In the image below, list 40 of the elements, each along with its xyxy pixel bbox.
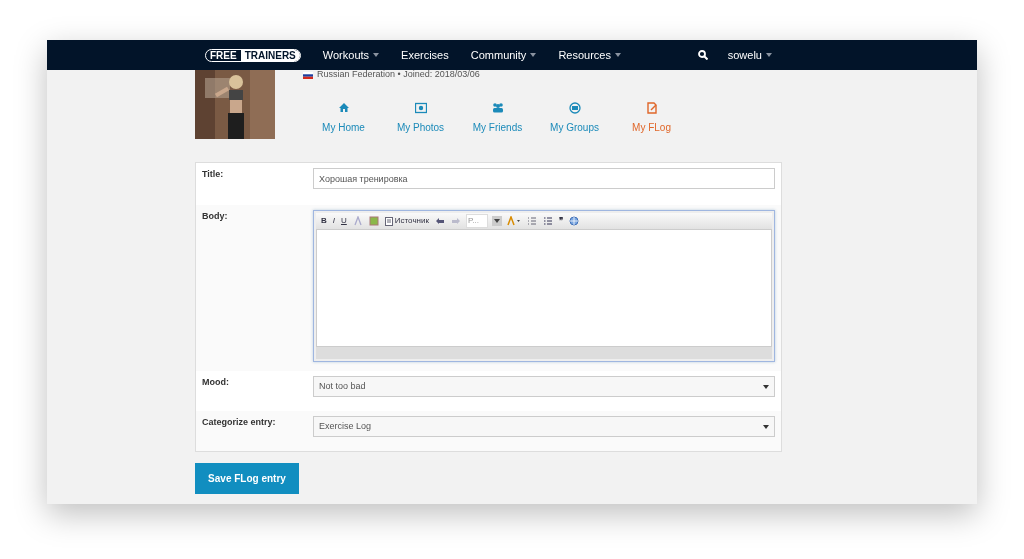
text-color-button[interactable] (505, 216, 522, 226)
caret-icon (763, 424, 769, 429)
quote-button[interactable]: ❞ (557, 215, 564, 227)
nav-link[interactable]: Exercises (401, 46, 449, 64)
search-icon[interactable] (697, 50, 708, 60)
nav-link[interactable]: Community (470, 46, 527, 64)
edit-icon (645, 101, 658, 114)
user-menu[interactable]: sowelu (727, 46, 762, 64)
photo-icon (414, 101, 427, 114)
globe-icon[interactable] (567, 216, 580, 226)
caret-icon (493, 219, 500, 223)
profile-meta: Russian Federation • Joined: 2018/03/06 (317, 68, 480, 81)
field-label: Categorize entry: (202, 416, 277, 429)
bold-button[interactable]: B (320, 215, 328, 227)
category-select[interactable]: Exercise Log (313, 416, 775, 437)
title-input[interactable]: Хорошая тренировка (313, 168, 775, 189)
image-icon[interactable] (367, 216, 380, 226)
source-button[interactable]: Источник (383, 215, 430, 227)
italic-button[interactable]: I (331, 215, 336, 227)
flag-icon (303, 72, 313, 80)
save-button[interactable]: Save FLog entry (195, 463, 299, 494)
home-icon (337, 101, 350, 114)
profile-tab[interactable]: My Photos (382, 101, 459, 135)
nav-link[interactable]: Workouts (322, 46, 370, 64)
field-label: Mood: (202, 376, 230, 389)
underline-button[interactable]: U (340, 215, 348, 227)
nav-link[interactable]: Resources (558, 46, 611, 64)
mood-select[interactable]: Not too bad (313, 376, 775, 397)
numbered-list-icon[interactable] (525, 216, 538, 226)
field-label: Body: (202, 210, 229, 223)
bullet-list-icon[interactable] (541, 216, 554, 226)
profile-tab[interactable]: My Home (305, 101, 382, 135)
profile-tab[interactable]: My Groups (536, 101, 613, 135)
caret-icon (763, 384, 769, 389)
rich-text-editor[interactable]: B I U Источник P... ❞ (313, 210, 775, 362)
caret-icon (766, 53, 772, 57)
globe-icon (568, 101, 581, 114)
document-icon (384, 216, 393, 226)
field-label: Title: (202, 168, 225, 181)
profile-tab[interactable]: My Friends (459, 101, 536, 135)
